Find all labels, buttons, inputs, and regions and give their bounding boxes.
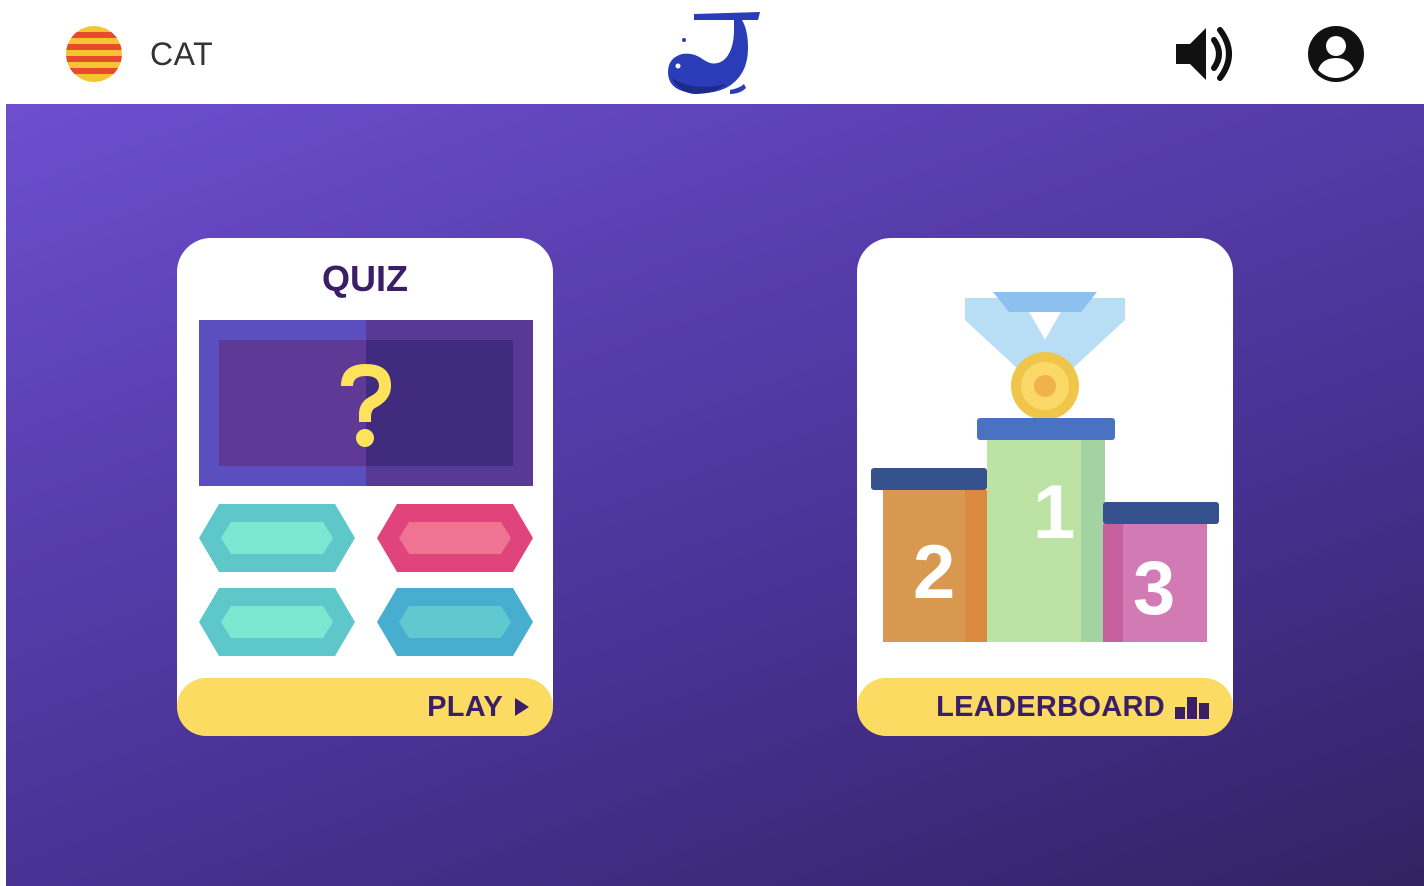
user-account-icon[interactable]: [1306, 24, 1366, 84]
main-content: QUIZ PLAY 1 2 3 LEADERBOARD: [6, 104, 1424, 886]
podium-medal-icon: 1 2 3: [871, 292, 1219, 642]
leaderboard-button-label: LEADERBOARD: [936, 690, 1165, 723]
leaderboard-card[interactable]: 1 2 3 LEADERBOARD: [857, 238, 1233, 736]
play-button-label: PLAY: [427, 690, 503, 723]
quiz-illustration-icon: [199, 320, 533, 656]
quiz-title: QUIZ: [322, 258, 408, 299]
language-selector[interactable]: CAT: [66, 26, 213, 82]
whale-logo-icon[interactable]: [664, 8, 768, 96]
leaderboard-button[interactable]: LEADERBOARD: [857, 678, 1233, 736]
catalan-flag-icon: [66, 26, 122, 82]
podium-third-label: 3: [1133, 546, 1175, 631]
top-bar: CAT: [0, 0, 1424, 104]
play-triangle-icon: [515, 698, 529, 716]
bar-chart-icon: [1175, 697, 1209, 719]
podium-second-label: 2: [913, 530, 955, 615]
quiz-card[interactable]: QUIZ PLAY: [177, 238, 553, 736]
speaker-volume-icon[interactable]: [1172, 24, 1236, 84]
podium-first-label: 1: [1033, 470, 1075, 555]
language-label: CAT: [150, 35, 214, 72]
play-button[interactable]: PLAY: [177, 678, 553, 736]
